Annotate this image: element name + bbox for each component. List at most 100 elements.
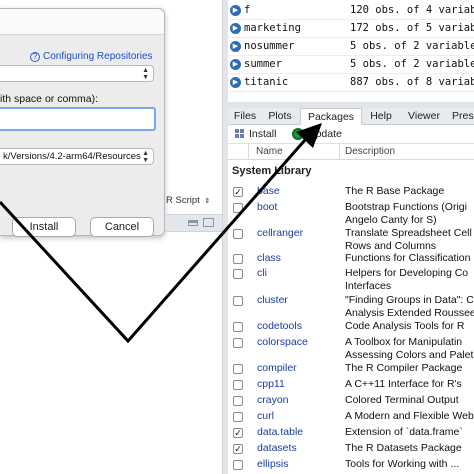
env-object-name: summer — [244, 58, 282, 70]
packages-input[interactable] — [0, 107, 156, 131]
env-row[interactable]: ▶ summer 5 obs. of 2 variables — [228, 56, 474, 74]
package-name-link[interactable]: crayon — [257, 394, 289, 406]
description-line: "Finding Groups in Data": C — [345, 294, 474, 306]
packages-install-button[interactable]: Install — [249, 128, 276, 140]
package-description: A Modern and Flexible Web — [345, 410, 474, 423]
description-line: A Modern and Flexible Web — [345, 410, 474, 422]
maximize-pane-icon[interactable] — [203, 218, 214, 227]
expand-data-icon[interactable]: ▶ — [230, 23, 241, 34]
env-object-value: 5 obs. of 2 variables — [350, 58, 474, 70]
expand-data-icon[interactable]: ▶ — [230, 59, 241, 70]
description-line: Angelo Canty for S) — [345, 213, 437, 226]
env-row[interactable]: ▶ titanic 887 obs. of 8 variabl — [228, 74, 474, 92]
repository-select[interactable]: ▲ ▼ — [0, 65, 154, 82]
package-checkbox[interactable] — [233, 396, 243, 406]
package-name-link[interactable]: cpp11 — [257, 378, 285, 390]
package-checkbox[interactable] — [233, 380, 243, 390]
package-checkbox[interactable] — [233, 412, 243, 422]
package-checkbox[interactable] — [233, 338, 243, 348]
help-icon[interactable]: ? — [30, 52, 40, 62]
tab-plots[interactable]: Plots — [264, 108, 296, 125]
tab-files[interactable]: Files — [230, 108, 260, 125]
package-name-link[interactable]: data.table — [257, 426, 303, 438]
package-description: Functions for Classification — [345, 252, 474, 265]
tab-help[interactable]: Help — [366, 108, 396, 125]
expand-data-icon[interactable]: ▶ — [230, 41, 241, 52]
env-object-name: titanic — [244, 76, 289, 88]
env-object-value: 172 obs. of 5 variabl — [350, 22, 474, 34]
package-checkbox[interactable]: ✓ — [233, 444, 243, 454]
packages-table-header: Name Description — [228, 144, 474, 160]
package-description: Colored Terminal Output — [345, 394, 474, 407]
description-line: The R Datasets Package — [345, 442, 462, 454]
package-description: Code Analysis Tools for R — [345, 320, 474, 333]
package-name-link[interactable]: codetools — [257, 320, 302, 332]
description-line: Interfaces — [345, 279, 392, 292]
install-icon[interactable] — [235, 129, 244, 138]
package-description: A C++11 Interface for R's — [345, 378, 474, 391]
package-name-link[interactable]: boot — [257, 201, 277, 213]
env-row[interactable]: ▶ nosummer 5 obs. of 2 variables — [228, 38, 474, 56]
description-line: A C++11 Interface for R's — [345, 378, 462, 390]
description-line: Analysis Extended Roussee — [345, 306, 474, 319]
package-description: The R Compiler Package — [345, 362, 474, 375]
package-name-link[interactable]: cli — [257, 267, 267, 279]
install-library-select[interactable]: k/Versions/4.2-arm64/Resources ▲ ▼ — [0, 148, 154, 165]
script-type-select[interactable]: R Script ⇕ — [166, 195, 216, 209]
package-checkbox[interactable] — [233, 269, 243, 279]
package-name-link[interactable]: class — [257, 252, 281, 264]
package-description: "Finding Groups in Data": C Analysis Ext… — [345, 294, 474, 319]
package-checkbox[interactable]: ✓ — [233, 428, 243, 438]
description-line: Colored Terminal Output — [345, 394, 459, 406]
package-name-link[interactable]: compiler — [257, 362, 297, 374]
expand-data-icon[interactable]: ▶ — [230, 5, 241, 16]
dialog-titlebar — [0, 9, 164, 35]
tab-presentation[interactable]: Presen — [452, 108, 474, 125]
env-object-value: 5 obs. of 2 variables — [350, 40, 474, 52]
package-checkbox[interactable] — [233, 229, 243, 239]
install-button[interactable]: Install — [12, 217, 76, 237]
package-name-link[interactable]: ellipsis — [257, 458, 289, 470]
packages-update-button[interactable]: Update — [308, 128, 342, 140]
package-checkbox[interactable] — [233, 460, 243, 470]
package-description: The R Datasets Package — [345, 442, 474, 455]
package-name-link[interactable]: cluster — [257, 294, 288, 306]
minimize-pane-icon[interactable] — [188, 220, 198, 226]
package-description: A Toolbox for Manipulatin Assessing Colo… — [345, 336, 474, 361]
package-description: Helpers for Developing Co Interfaces — [345, 267, 474, 292]
files-pane-tabbar: Files Plots Packages Help Viewer Presen — [228, 108, 474, 125]
package-checkbox[interactable] — [233, 364, 243, 374]
cancel-button[interactable]: Cancel — [90, 217, 154, 237]
description-line: Helpers for Developing Co — [345, 267, 469, 279]
package-name-link[interactable]: cellranger — [257, 227, 303, 239]
package-checkbox[interactable] — [233, 296, 243, 306]
package-description: Bootstrap Functions (Origi Angelo Canty … — [345, 201, 474, 226]
description-line: Extension of `data.frame` — [345, 426, 463, 438]
description-line: Translate Spreadsheet Cell — [345, 227, 472, 239]
system-library-heading: System Library — [232, 165, 312, 177]
expand-data-icon[interactable]: ▶ — [230, 77, 241, 88]
description-line: Rows and Columns — [345, 239, 437, 252]
column-divider — [339, 144, 340, 160]
env-row[interactable]: ▶ f 120 obs. of 4 variable — [228, 2, 474, 20]
env-row[interactable]: ▶ marketing 172 obs. of 5 variabl — [228, 20, 474, 38]
tab-viewer[interactable]: Viewer — [401, 108, 447, 125]
column-header-description[interactable]: Description — [345, 146, 395, 157]
package-name-link[interactable]: colorspace — [257, 336, 308, 348]
chevron-updown-icon: ⇕ — [202, 198, 211, 205]
column-header-name[interactable]: Name — [256, 146, 283, 157]
description-line: Bootstrap Functions (Origi — [345, 201, 467, 213]
packages-toolbar: Install Update — [228, 125, 474, 144]
package-name-link[interactable]: base — [257, 185, 280, 197]
package-checkbox[interactable] — [233, 254, 243, 264]
tab-packages[interactable]: Packages — [300, 108, 362, 125]
package-checkbox[interactable] — [233, 203, 243, 213]
description-line: Assessing Colors and Palet — [345, 348, 474, 361]
package-name-link[interactable]: curl — [257, 410, 274, 422]
env-object-name: marketing — [244, 22, 301, 34]
package-name-link[interactable]: datasets — [257, 442, 297, 454]
package-checkbox[interactable] — [233, 322, 243, 332]
configuring-repositories-link[interactable]: Configuring Repositories — [43, 51, 153, 62]
update-icon[interactable] — [292, 128, 304, 140]
package-checkbox[interactable]: ✓ — [233, 187, 243, 197]
